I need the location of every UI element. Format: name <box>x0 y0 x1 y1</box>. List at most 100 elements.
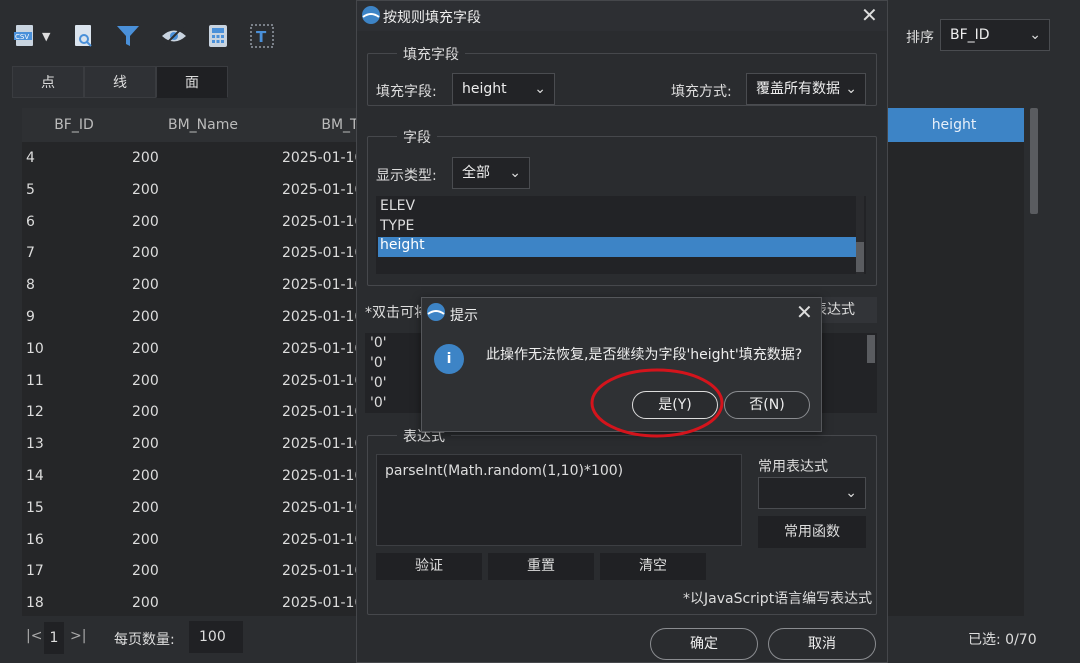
table-cell: 200 <box>132 563 159 580</box>
list-item[interactable]: TYPE <box>380 218 414 234</box>
scrollbar-thumb[interactable] <box>1030 108 1038 214</box>
page-number[interactable]: 1 <box>44 622 64 654</box>
close-icon[interactable]: ✕ <box>796 300 813 324</box>
dialog-titlebar: 按规则填充字段 ✕ <box>357 1 887 31</box>
group-title: 字段 <box>397 127 437 147</box>
per-page-label: 每页数量: <box>114 632 175 648</box>
table-cell: 18 <box>26 595 44 612</box>
message-title: 提示 <box>450 308 478 324</box>
scrollbar-thumb[interactable] <box>856 242 864 272</box>
app-logo-icon <box>427 303 445 321</box>
table-cell: 2025-01-10 <box>282 563 364 580</box>
table-cell: 200 <box>132 372 159 389</box>
chevron-down-icon: ⌄ <box>845 81 857 97</box>
table-cell: 2025-01-10 <box>282 531 364 548</box>
expression-input[interactable]: parseInt(Math.random(1,10)*100) <box>376 454 742 546</box>
table-cell: 17 <box>26 563 44 580</box>
filter-icon[interactable] <box>114 22 142 50</box>
table-cell: 10 <box>26 340 44 357</box>
table-cell: 200 <box>132 340 159 357</box>
table-cell: 2025-01-10 <box>282 372 364 389</box>
table-cell: 2025-01-10 <box>282 468 364 484</box>
common-expression-label: 常用表达式 <box>758 459 828 475</box>
table-cell: 200 <box>132 277 159 294</box>
table-cell: 2025-01-10 <box>282 595 364 612</box>
eye-icon[interactable] <box>160 22 188 50</box>
table-cell: 6 <box>26 213 35 230</box>
fill-mode-select[interactable]: 覆盖所有数据 ⌄ <box>746 73 866 105</box>
app-logo-icon <box>362 6 380 24</box>
dialog-title: 按规则填充字段 <box>383 10 481 26</box>
last-page-button[interactable]: >| <box>70 628 86 644</box>
table-cell: 16 <box>26 531 44 548</box>
tab-line[interactable]: 线 <box>84 66 156 98</box>
table-cell: 200 <box>132 595 159 612</box>
display-type-select[interactable]: 全部 ⌄ <box>452 157 530 189</box>
cancel-button[interactable]: 取消 <box>768 628 876 660</box>
search-document-icon[interactable] <box>70 22 98 50</box>
table-cell: 14 <box>26 468 44 484</box>
javascript-hint: *以JavaScript语言编写表达式 <box>683 591 873 607</box>
table-cell: 200 <box>132 531 159 548</box>
table-cell: 2025-01-10 <box>282 213 364 230</box>
table-cell: 2025-01-10 <box>282 150 364 166</box>
table-cell: 200 <box>132 468 159 484</box>
sort-label: 排序 <box>906 30 934 46</box>
table-cell: 13 <box>26 436 44 453</box>
selected-count: 已选: 0/70 <box>968 632 1037 648</box>
column-header-height[interactable]: height <box>884 108 1024 142</box>
table-cell: 15 <box>26 499 44 516</box>
group-title: 填充字段 <box>397 44 465 64</box>
scrollbar-thumb[interactable] <box>867 335 875 363</box>
list-item-selected[interactable]: height <box>378 237 856 257</box>
no-button[interactable]: 否(N) <box>724 391 810 419</box>
table-cell: 2025-01-10 <box>282 277 364 294</box>
close-icon[interactable]: ✕ <box>861 3 878 27</box>
table-cell: 200 <box>132 213 159 230</box>
svg-text:T: T <box>256 28 267 46</box>
list-item[interactable]: ELEV <box>380 198 415 214</box>
table-cell: 2025-01-10 <box>282 245 364 262</box>
reset-button[interactable]: 重置 <box>488 553 594 580</box>
chevron-down-icon: ⌄ <box>1029 27 1041 43</box>
list-item[interactable]: '0' <box>370 395 387 411</box>
common-expression-select[interactable]: ⌄ <box>758 477 866 509</box>
list-item[interactable]: '0' <box>370 335 387 351</box>
highlight-circle <box>590 368 724 438</box>
table-cell: 11 <box>26 372 44 389</box>
info-icon: i <box>434 344 464 374</box>
table-cell: 200 <box>132 245 159 262</box>
table-cell: 200 <box>132 404 159 421</box>
table-cell: 5 <box>26 181 35 198</box>
common-function-button[interactable]: 常用函数 <box>758 516 866 548</box>
per-page-input[interactable]: 100 <box>189 621 243 653</box>
list-item[interactable]: '0' <box>370 355 387 371</box>
table-cell: 4 <box>26 150 35 166</box>
calculator-icon[interactable] <box>204 22 232 50</box>
first-page-button[interactable]: |< <box>26 628 42 644</box>
table-cell: 200 <box>132 150 159 166</box>
column-header[interactable]: BM_Name <box>126 108 280 142</box>
table-cell: 2025-01-10 <box>282 340 364 357</box>
table-cell: 200 <box>132 436 159 453</box>
fill-mode-value: 覆盖所有数据 <box>756 81 840 97</box>
svg-text:CSV: CSV <box>15 33 29 41</box>
table-cell: 12 <box>26 404 44 421</box>
clear-button[interactable]: 清空 <box>600 553 706 580</box>
ok-button[interactable]: 确定 <box>650 628 758 660</box>
list-item[interactable]: '0' <box>370 375 387 391</box>
fill-field-select[interactable]: height ⌄ <box>452 73 555 105</box>
table-cell: 200 <box>132 499 159 516</box>
column-header[interactable]: BF_ID <box>22 108 126 142</box>
sort-select[interactable]: BF_ID ⌄ <box>940 19 1050 51</box>
tab-polygon[interactable]: 面 <box>156 66 228 98</box>
csv-export-icon[interactable]: CSV <box>12 22 40 50</box>
fill-field-value: height <box>462 81 507 97</box>
dropdown-caret-icon[interactable]: ▼ <box>42 30 50 43</box>
table-cell: 8 <box>26 277 35 294</box>
verify-button[interactable]: 验证 <box>376 553 482 580</box>
table-cell: 2025-01-10 <box>282 404 364 421</box>
tab-point[interactable]: 点 <box>12 66 84 98</box>
double-click-hint: *双击可将 <box>365 305 428 321</box>
text-icon[interactable]: T <box>248 22 276 50</box>
